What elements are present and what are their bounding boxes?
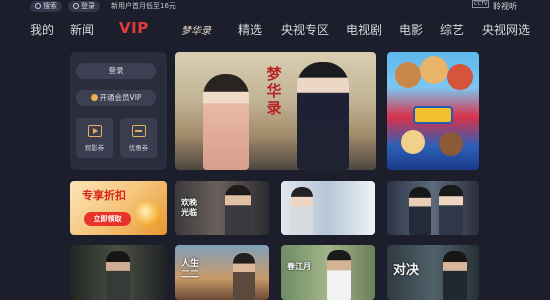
show-thumbnail[interactable]: [387, 181, 479, 235]
paw-patrol-logo: [413, 106, 453, 124]
tab-movies[interactable]: 电影: [399, 21, 423, 39]
thumbnail-figure: [327, 250, 351, 300]
discount-promo-card[interactable]: 专享折扣 立即领取: [70, 181, 167, 235]
tab-cctv-selection[interactable]: 央视网选: [482, 21, 530, 39]
login-top-label: 登录: [81, 2, 95, 10]
show-thumbnail[interactable]: 人生 二二: [175, 245, 269, 300]
search-label: 搜索: [43, 2, 57, 10]
show-thumbnail[interactable]: 春江月: [281, 245, 375, 300]
tab-tv-series[interactable]: 电视剧: [346, 21, 382, 39]
show-thumbnail[interactable]: 对决: [387, 245, 479, 300]
brand-label: 聆视听: [493, 2, 517, 11]
search-button[interactable]: 搜索: [30, 1, 62, 12]
login-top-button[interactable]: 登录: [68, 1, 100, 12]
movie-ticket-label: 观影券: [84, 144, 105, 152]
thumbnail-caption: 人生 二二: [181, 259, 200, 280]
login-button[interactable]: 登录: [76, 63, 156, 79]
hero-title: 梦华录: [266, 65, 282, 117]
movie-ticket-tile[interactable]: 观影券: [76, 118, 113, 158]
top-navigation: 我的 新闻 VIP 梦华录 精选 央视专区 电视剧 电影 综艺 央视网选: [0, 17, 550, 43]
thumbnail-caption: 对决: [393, 263, 420, 278]
movie-ticket-icon: [87, 125, 102, 137]
thumbnail-figure: [233, 253, 255, 300]
tab-vip-label: VIP: [119, 19, 149, 37]
thumbnail-figure: [443, 251, 467, 300]
thumbnail-figure: [409, 187, 431, 235]
tab-featured[interactable]: 精选: [238, 21, 262, 39]
vip-crown-icon: [90, 94, 98, 101]
pup-figure: [401, 130, 425, 154]
claim-now-button[interactable]: 立即领取: [84, 212, 131, 226]
show-thumbnail[interactable]: [281, 181, 375, 235]
promo-banner-text[interactable]: 新用户首月低至16元: [111, 1, 176, 12]
coupon-tile[interactable]: 优惠券: [120, 118, 157, 158]
coupon-label: 优惠券: [128, 144, 149, 152]
gold-coin-icon: [135, 201, 161, 227]
thumbnail-figure: [225, 185, 251, 235]
paw-patrol-poster[interactable]: [387, 52, 479, 170]
pup-figure: [439, 132, 463, 156]
user-icon: [73, 3, 79, 9]
promo-headline: 专享折扣: [82, 189, 126, 202]
show-thumbnail[interactable]: 欢晚 光临: [175, 181, 269, 235]
thumbnail-caption: 春江月: [287, 261, 311, 271]
tab-variety[interactable]: 综艺: [440, 21, 464, 39]
thumbnail-figure: [106, 251, 130, 300]
hero-actress-figure: [203, 74, 249, 170]
tab-menghualu[interactable]: 梦华录: [181, 23, 211, 41]
tab-mine[interactable]: 我的: [30, 21, 54, 39]
hero-actor-figure: [297, 62, 349, 170]
tab-news[interactable]: 新闻: [70, 21, 94, 39]
show-thumbnail[interactable]: [70, 245, 167, 300]
thumbnail-figure: [439, 185, 463, 235]
account-panel: 登录 开通会员VIP 观影券 优惠券: [70, 52, 167, 170]
coupon-icon: [131, 125, 146, 137]
pup-figure: [420, 56, 448, 84]
thumbnail-figure: [291, 187, 313, 235]
pup-figure: [447, 64, 473, 90]
tab-vip[interactable]: VIP: [119, 19, 149, 37]
open-vip-label: 开通会员VIP: [99, 93, 142, 102]
top-bar: 搜索 登录 新用户首月低至16元 CCTV 聆视听: [0, 0, 550, 14]
tab-cctv-zone[interactable]: 央视专区: [281, 21, 329, 39]
thumbnail-caption: 欢晚 光临: [181, 197, 197, 217]
hero-banner[interactable]: 梦华录: [175, 52, 376, 170]
pup-figure: [395, 62, 421, 88]
open-vip-button[interactable]: 开通会员VIP: [76, 90, 156, 106]
cctv-logo: CCTV: [472, 0, 490, 8]
search-icon: [35, 3, 41, 9]
